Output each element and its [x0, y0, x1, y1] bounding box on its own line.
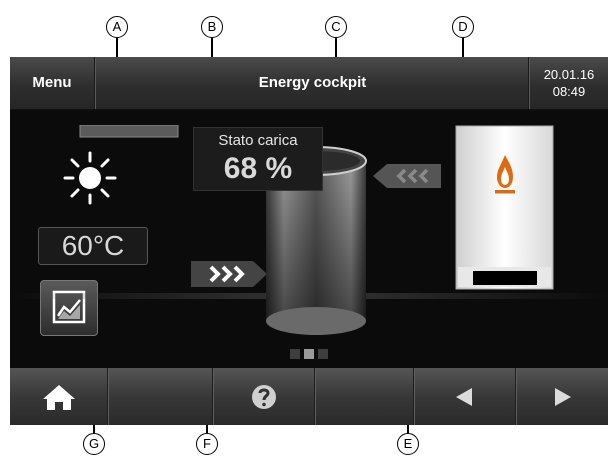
- date-label: 20.01.16: [543, 67, 595, 82]
- flame-icon: [495, 155, 515, 194]
- help-icon: [252, 385, 276, 409]
- chart-button[interactable]: [40, 280, 98, 336]
- menu-button[interactable]: Menu: [10, 57, 95, 109]
- page-title: Energy cockpit: [258, 74, 367, 91]
- bottom-bar: [10, 368, 608, 425]
- callout-e: E: [397, 433, 419, 455]
- page-dot-active[interactable]: [304, 349, 314, 359]
- charge-value: 68 %: [223, 152, 293, 185]
- energy-cockpit-screen: Menu Energy cockpit 20.01.16 08:49 60°C …: [10, 57, 608, 425]
- help-button[interactable]: [213, 368, 315, 425]
- charge-status: Stato carica 68 %: [193, 127, 323, 191]
- chart-icon: [52, 290, 86, 324]
- callout-f: F: [196, 433, 218, 455]
- flow-arrow-right-icon: [191, 261, 267, 287]
- empty-button: [108, 368, 213, 425]
- arrow-left-icon: [456, 388, 472, 406]
- home-button[interactable]: [10, 368, 108, 425]
- callout-d: D: [452, 16, 474, 38]
- callout-c: C: [325, 16, 347, 38]
- gas-boiler: [455, 125, 554, 290]
- callout-g: G: [83, 433, 105, 455]
- callout-a: A: [106, 16, 128, 38]
- home-icon: [43, 385, 75, 410]
- previous-button[interactable]: [414, 368, 516, 425]
- time-label: 08:49: [552, 84, 586, 99]
- arrow-right-icon: [555, 388, 571, 406]
- page-dot[interactable]: [290, 349, 300, 359]
- sun-icon: [63, 151, 117, 205]
- solar-temperature: 60°C: [38, 227, 148, 265]
- page-dot[interactable]: [318, 349, 328, 359]
- top-bar: Menu Energy cockpit 20.01.16 08:49: [10, 57, 608, 110]
- next-button[interactable]: [516, 368, 608, 425]
- callout-b: B: [201, 16, 223, 38]
- flow-arrow-left-icon: [373, 164, 441, 188]
- date-time: 20.01.16 08:49: [528, 57, 608, 109]
- empty-button: [315, 368, 414, 425]
- charge-label: Stato carica: [218, 132, 298, 149]
